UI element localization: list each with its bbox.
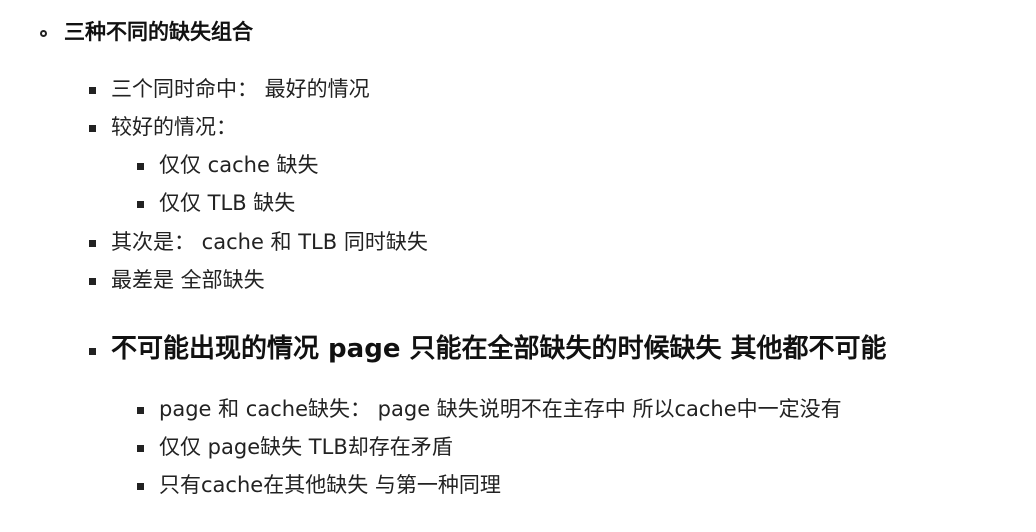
impossible-case-heading: 不可能出现的情况 page 只能在全部缺失的时候缺失 其他都不可能: [111, 334, 887, 364]
square-bullet-icon: [89, 240, 96, 247]
section-title: 三种不同的缺失组合: [64, 20, 253, 44]
square-bullet-icon: [137, 483, 144, 490]
square-bullet-icon: [137, 163, 144, 170]
sub-list-item: 仅仅 cache 缺失: [159, 153, 319, 177]
list-item: 最差是 全部缺失: [111, 268, 265, 292]
document-page: { "section": { "title": "三种不同的缺失组合", "it…: [0, 0, 1036, 532]
square-bullet-icon: [137, 407, 144, 414]
square-bullet-icon: [137, 201, 144, 208]
sub-list-item: 只有cache在其他缺失 与第一种同理: [159, 473, 501, 497]
list-item: 三个同时命中： 最好的情况: [111, 77, 370, 101]
square-bullet-icon: [89, 125, 96, 132]
square-bullet-icon: [89, 348, 96, 355]
sub-list-item: 仅仅 TLB 缺失: [159, 191, 296, 215]
square-bullet-icon: [89, 87, 96, 94]
square-bullet-icon: [89, 278, 96, 285]
square-bullet-icon: [137, 445, 144, 452]
list-item: 其次是： cache 和 TLB 同时缺失: [111, 230, 428, 254]
list-item: 较好的情况：: [111, 115, 237, 139]
sub-list-item: 仅仅 page缺失 TLB却存在矛盾: [159, 435, 453, 459]
sub-list-item: page 和 cache缺失： page 缺失说明不在主存中 所以cache中一…: [159, 397, 842, 421]
circle-bullet-icon: [40, 30, 47, 37]
